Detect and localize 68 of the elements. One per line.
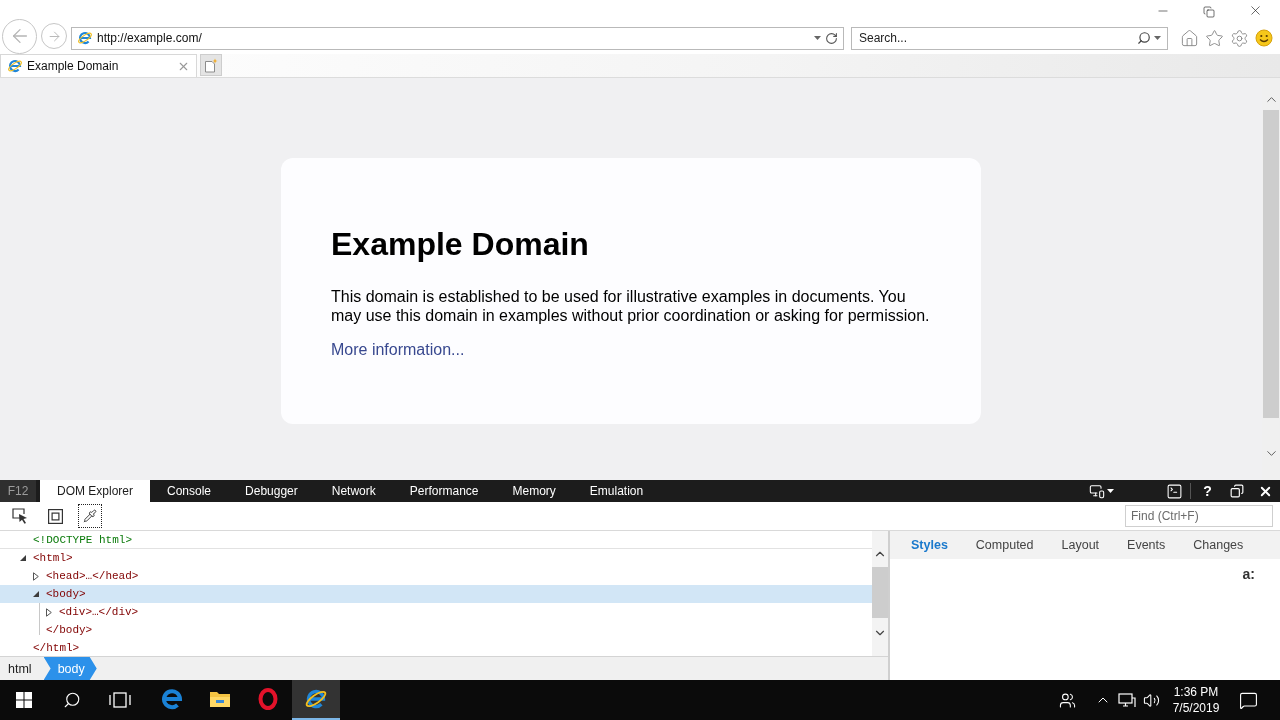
pane-tab[interactable]: Changes [1179,531,1258,559]
page-heading: Example Domain [331,226,590,263]
speaker-icon[interactable] [1142,691,1160,709]
browser-logo-icon [7,58,23,74]
devtools-tab[interactable]: Emulation [572,480,661,502]
home-icon[interactable] [1180,28,1199,48]
dropdown-caret-icon[interactable] [1106,489,1114,493]
star-icon[interactable] [1205,28,1224,48]
restore-icon[interactable] [1229,484,1244,498]
clock[interactable]: 1:36 PM 7/5/2019 [1170,684,1222,716]
doctype-node[interactable]: <!DOCTYPE html> [0,531,872,549]
pane-tab[interactable]: Events [1113,531,1180,559]
monitor-icon[interactable] [1118,692,1136,708]
pane-tab[interactable]: Styles [897,531,962,559]
tool-button[interactable] [78,504,102,528]
o-logo-icon [258,688,278,710]
cursor-box-icon [12,508,28,524]
collapsed-triangle-icon[interactable] [46,607,52,617]
new-page-icon [204,57,218,73]
devtools-tab[interactable]: DOM Explorer [40,480,150,502]
search-input[interactable]: Search... [859,28,1134,48]
taskbar-app[interactable] [292,680,340,720]
more-information-link[interactable]: More information... [331,340,465,359]
search-icon[interactable] [1137,31,1151,45]
browser-tab[interactable]: Example Domain [0,54,197,77]
eyedropper-icon [83,509,97,523]
search-icon[interactable] [63,691,81,709]
devtools-tab[interactable]: Network [314,480,393,502]
pseudo-state-toggle[interactable]: a: [1242,566,1255,582]
expanded-triangle-icon[interactable] [20,555,26,561]
settings-icon[interactable] [1230,28,1249,48]
folder-icon [209,690,231,708]
dom-node[interactable]: <div>…</div> [0,603,872,621]
closing-tag: </body> [46,624,93,636]
help-button[interactable]: ? [1193,480,1222,502]
devtools-label: F12 [0,480,36,502]
terminal-icon[interactable] [1165,482,1183,500]
search-field[interactable]: Search... [851,26,1168,50]
refresh-icon[interactable] [825,31,838,45]
scrollbar-thumb[interactable] [872,567,888,618]
task-view-icon[interactable] [109,692,131,708]
closing-tag: </html> [33,642,80,654]
speech-bubble-icon[interactable] [1238,690,1258,710]
scrollbar-thumb[interactable] [1263,110,1279,418]
breadcrumb-item[interactable]: html [0,657,44,680]
page-paragraph: This domain is established to be used for illustrative examples in documents. You may use this domain in examples without prior coordination or asking for permission. [331,287,931,325]
devtools-tab[interactable]: Memory [495,480,573,502]
devtools-tab[interactable]: Console [150,480,229,502]
collapsed-triangle-icon[interactable] [33,571,39,581]
devtools-tab[interactable]: Performance [392,480,496,502]
new-tab-button[interactable] [200,54,222,76]
windows-logo-icon[interactable] [16,692,32,708]
find-field[interactable]: Find (Ctrl+F) [1125,505,1273,527]
dom-node[interactable]: <html> [0,549,872,567]
browser-logo-icon [77,30,93,46]
expanded-triangle-icon[interactable] [33,591,39,597]
address-field[interactable]: http://example.com/ [71,26,844,50]
smiley-icon[interactable] [1255,29,1273,47]
pane-tab[interactable]: Computed [961,531,1048,559]
dom-node[interactable]: <body> [0,585,872,603]
e-ring-logo-icon [304,687,328,711]
dom-node[interactable]: <head>…</head> [0,567,872,585]
pane-tab[interactable]: Layout [1047,531,1114,559]
e-logo-icon [161,688,183,710]
devtools-tab[interactable]: Debugger [228,480,315,502]
monitor-phone-icon[interactable] [1088,483,1105,499]
nested-square-icon [47,508,63,524]
people-icon[interactable] [1058,691,1076,709]
